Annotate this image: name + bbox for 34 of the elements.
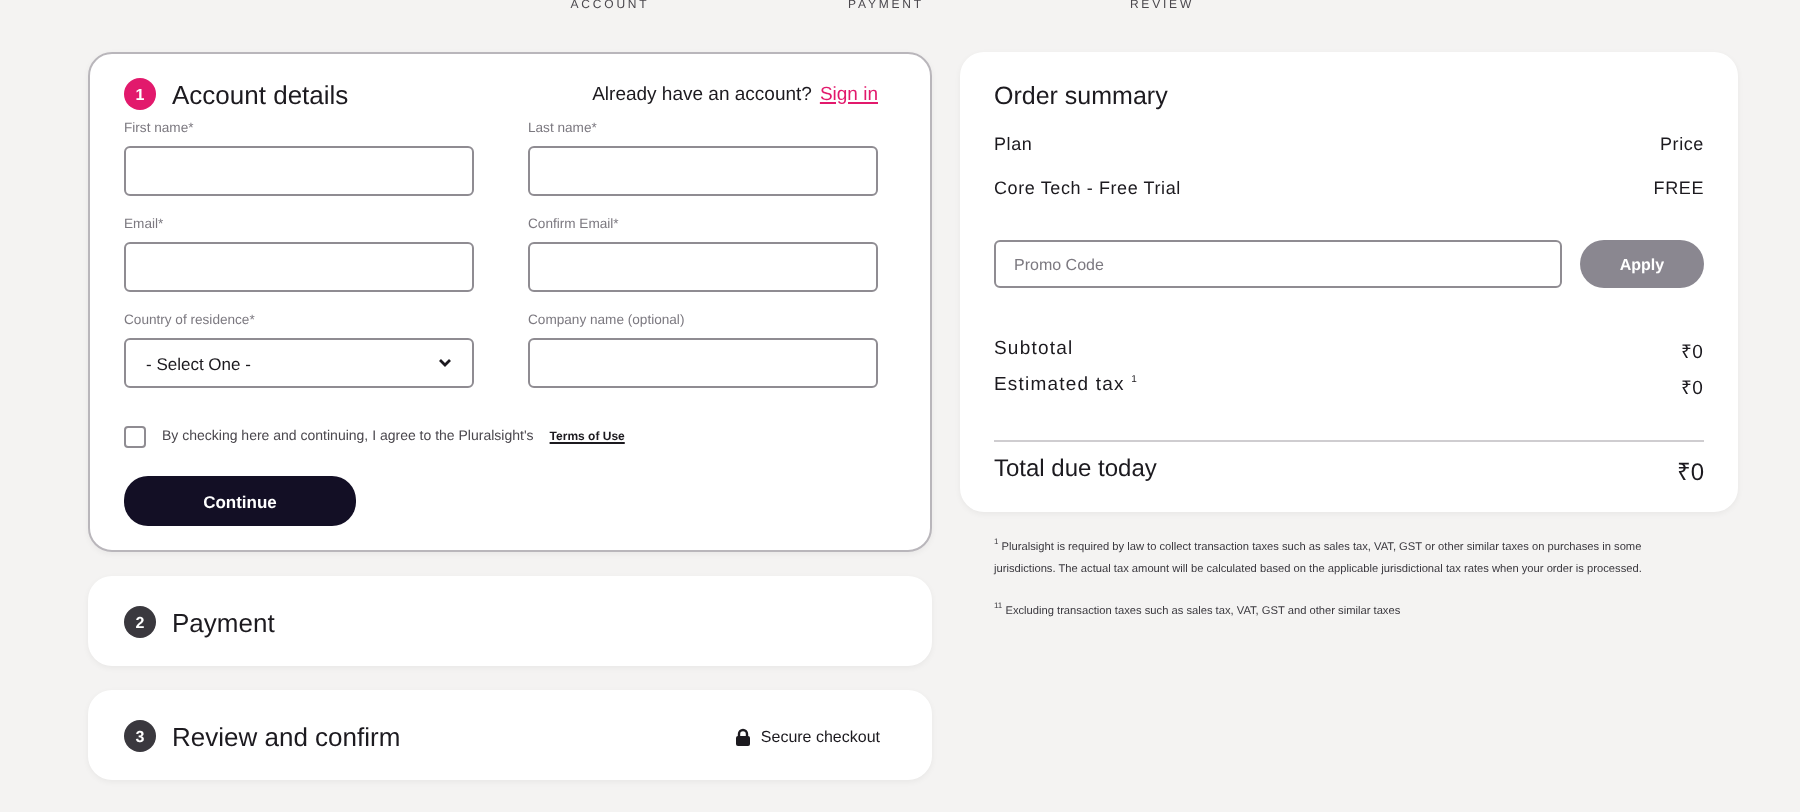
total-label: Subtotal [994, 338, 1074, 364]
secure-checkout-note: Secure checkout [760, 727, 880, 745]
step-number: 1 [124, 78, 156, 110]
apply-button[interactable]: Apply [1580, 240, 1704, 288]
total-due-label: Total due today [994, 454, 1157, 486]
input-field[interactable] [528, 242, 878, 292]
sign-in-link[interactable]: Sign in [819, 83, 878, 105]
input-field[interactable] [124, 146, 474, 196]
promo-code-field[interactable]: Promo Code [994, 240, 1562, 288]
plan-price: FREE [1653, 178, 1704, 198]
chevron-down-icon [438, 358, 452, 368]
order-summary-title: Order summary [994, 82, 1170, 110]
step-title: Payment [172, 607, 275, 637]
total-value: ₹0 [1681, 376, 1704, 400]
price-header: Price [1659, 134, 1704, 154]
plan-header: Plan [994, 134, 1033, 154]
step-number: 2 [124, 606, 156, 638]
plan-name: Core Tech - Free Trial [994, 178, 1181, 198]
step-number: 3 [124, 720, 156, 752]
step-title: Review and confirm [172, 721, 401, 751]
signin-prompt: Already have an account? [592, 83, 812, 105]
terms-checkbox[interactable] [124, 426, 146, 448]
total-value: ₹0 [1681, 340, 1704, 364]
step-title: Account details [172, 79, 349, 109]
continue-button[interactable]: Continue [124, 476, 356, 526]
input-field[interactable] [124, 242, 474, 292]
lock-icon [736, 727, 751, 745]
total-due-value: ₹0 [1676, 456, 1704, 488]
total-label: Estimated tax $^{1}$ [994, 374, 1138, 400]
step-card[interactable]: 3 Review and confirm Secure checkout [88, 690, 932, 780]
country-select[interactable]: - Select One - [124, 338, 474, 388]
input-field[interactable] [528, 146, 878, 196]
input-field[interactable] [528, 338, 878, 388]
step-card[interactable]: 2 Payment [88, 576, 932, 666]
